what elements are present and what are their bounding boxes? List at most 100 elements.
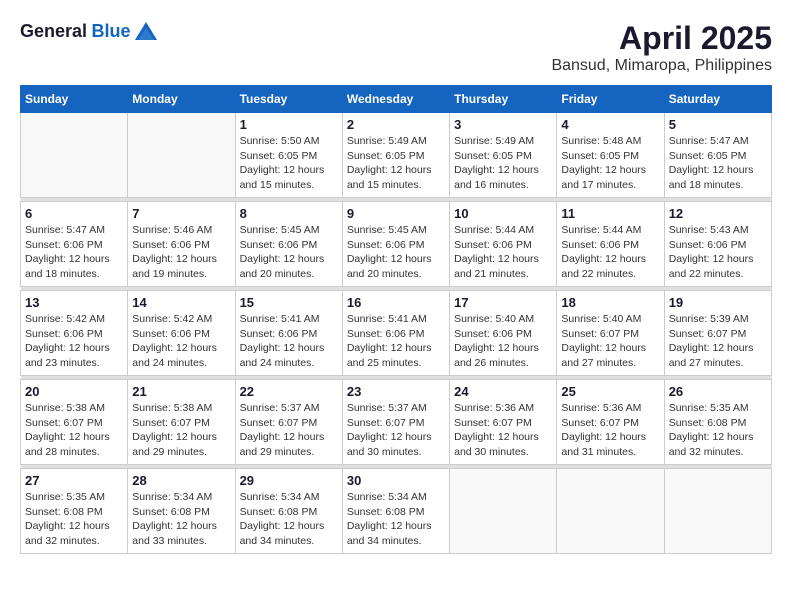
- day-info: Sunrise: 5:34 AM Sunset: 6:08 PM Dayligh…: [240, 490, 338, 549]
- calendar-week-row-2: 6Sunrise: 5:47 AM Sunset: 6:06 PM Daylig…: [21, 202, 772, 287]
- calendar-cell: 4 Sunrise: 5:48 AM Sunset: 6:05 PM Daylig…: [557, 113, 664, 198]
- calendar-cell: 7 Sunrise: 5:46 AM Sunset: 6:06 PM Daylig…: [128, 202, 235, 287]
- day-info: Sunrise: 5:34 AM Sunset: 6:08 PM Dayligh…: [132, 490, 230, 549]
- day-info: Sunrise: 5:38 AM Sunset: 6:07 PM Dayligh…: [25, 401, 123, 460]
- location-title: Bansud, Mimaropa, Philippines: [551, 57, 772, 75]
- day-number: 14: [132, 295, 230, 310]
- calendar-cell: 27 Sunrise: 5:35 AM Sunset: 6:08 PM Dayli…: [21, 469, 128, 554]
- calendar-cell: 24 Sunrise: 5:36 AM Sunset: 6:07 PM Dayli…: [450, 380, 557, 465]
- calendar-cell: 21 Sunrise: 5:38 AM Sunset: 6:07 PM Dayli…: [128, 380, 235, 465]
- day-info: Sunrise: 5:44 AM Sunset: 6:06 PM Dayligh…: [561, 223, 659, 282]
- calendar-cell: [450, 469, 557, 554]
- day-number: 7: [132, 206, 230, 221]
- day-info: Sunrise: 5:43 AM Sunset: 6:06 PM Dayligh…: [669, 223, 767, 282]
- day-number: 10: [454, 206, 552, 221]
- day-number: 2: [347, 117, 445, 132]
- day-number: 8: [240, 206, 338, 221]
- day-number: 20: [25, 384, 123, 399]
- day-info: Sunrise: 5:41 AM Sunset: 6:06 PM Dayligh…: [240, 312, 338, 371]
- calendar-cell: 17 Sunrise: 5:40 AM Sunset: 6:06 PM Dayli…: [450, 291, 557, 376]
- calendar-cell: [557, 469, 664, 554]
- day-number: 16: [347, 295, 445, 310]
- day-number: 5: [669, 117, 767, 132]
- calendar-cell: 19Sunrise: 5:39 AM Sunset: 6:07 PM Dayli…: [664, 291, 771, 376]
- day-info: Sunrise: 5:46 AM Sunset: 6:06 PM Dayligh…: [132, 223, 230, 282]
- logo-blue-text: Blue: [92, 21, 131, 41]
- calendar-cell: 3Sunrise: 5:49 AM Sunset: 6:05 PM Daylig…: [450, 113, 557, 198]
- day-number: 21: [132, 384, 230, 399]
- calendar-cell: 22 Sunrise: 5:37 AM Sunset: 6:07 PM Dayli…: [235, 380, 342, 465]
- logo-icon-svg: [135, 20, 157, 42]
- day-number: 25: [561, 384, 659, 399]
- day-number: 24: [454, 384, 552, 399]
- calendar-cell: [21, 113, 128, 198]
- calendar-cell: 8 Sunrise: 5:45 AM Sunset: 6:06 PM Daylig…: [235, 202, 342, 287]
- calendar-cell: 28 Sunrise: 5:34 AM Sunset: 6:08 PM Dayli…: [128, 469, 235, 554]
- calendar-cell: 26 Sunrise: 5:35 AM Sunset: 6:08 PM Dayli…: [664, 380, 771, 465]
- day-info: Sunrise: 5:45 AM Sunset: 6:06 PM Dayligh…: [240, 223, 338, 282]
- day-number: 28: [132, 473, 230, 488]
- day-number: 1: [240, 117, 338, 132]
- calendar-cell: 18 Sunrise: 5:40 AM Sunset: 6:07 PM Dayli…: [557, 291, 664, 376]
- day-number: 22: [240, 384, 338, 399]
- calendar-cell: [664, 469, 771, 554]
- calendar-week-row-5: 27 Sunrise: 5:35 AM Sunset: 6:08 PM Dayli…: [21, 469, 772, 554]
- calendar-cell: 13Sunrise: 5:42 AM Sunset: 6:06 PM Dayli…: [21, 291, 128, 376]
- calendar-cell: 1 Sunrise: 5:50 AM Sunset: 6:05 PM Daylig…: [235, 113, 342, 198]
- day-number: 18: [561, 295, 659, 310]
- day-number: 17: [454, 295, 552, 310]
- calendar-cell: 5 Sunrise: 5:47 AM Sunset: 6:05 PM Daylig…: [664, 113, 771, 198]
- day-info: Sunrise: 5:38 AM Sunset: 6:07 PM Dayligh…: [132, 401, 230, 460]
- calendar-cell: 16 Sunrise: 5:41 AM Sunset: 6:06 PM Dayli…: [342, 291, 449, 376]
- calendar-header-row: SundayMondayTuesdayWednesdayThursdayFrid…: [21, 86, 772, 113]
- day-info: Sunrise: 5:36 AM Sunset: 6:07 PM Dayligh…: [454, 401, 552, 460]
- day-info: Sunrise: 5:37 AM Sunset: 6:07 PM Dayligh…: [347, 401, 445, 460]
- day-number: 9: [347, 206, 445, 221]
- calendar-cell: 2Sunrise: 5:49 AM Sunset: 6:05 PM Daylig…: [342, 113, 449, 198]
- day-info: Sunrise: 5:34 AM Sunset: 6:08 PM Dayligh…: [347, 490, 445, 549]
- calendar-week-row-1: 1 Sunrise: 5:50 AM Sunset: 6:05 PM Daylig…: [21, 113, 772, 198]
- month-title: April 2025: [551, 20, 772, 57]
- calendar-cell: 29Sunrise: 5:34 AM Sunset: 6:08 PM Dayli…: [235, 469, 342, 554]
- calendar-cell: 23 Sunrise: 5:37 AM Sunset: 6:07 PM Dayli…: [342, 380, 449, 465]
- day-info: Sunrise: 5:47 AM Sunset: 6:05 PM Dayligh…: [669, 134, 767, 193]
- day-info: Sunrise: 5:40 AM Sunset: 6:06 PM Dayligh…: [454, 312, 552, 371]
- calendar-table: SundayMondayTuesdayWednesdayThursdayFrid…: [20, 85, 772, 554]
- calendar-week-row-4: 20 Sunrise: 5:38 AM Sunset: 6:07 PM Dayli…: [21, 380, 772, 465]
- calendar-cell: [128, 113, 235, 198]
- calendar-cell: 20 Sunrise: 5:38 AM Sunset: 6:07 PM Dayli…: [21, 380, 128, 465]
- day-number: 30: [347, 473, 445, 488]
- weekday-header-sunday: Sunday: [21, 86, 128, 113]
- day-info: Sunrise: 5:41 AM Sunset: 6:06 PM Dayligh…: [347, 312, 445, 371]
- calendar-cell: 12Sunrise: 5:43 AM Sunset: 6:06 PM Dayli…: [664, 202, 771, 287]
- calendar-cell: 15Sunrise: 5:41 AM Sunset: 6:06 PM Dayli…: [235, 291, 342, 376]
- day-info: Sunrise: 5:35 AM Sunset: 6:08 PM Dayligh…: [25, 490, 123, 549]
- day-info: Sunrise: 5:48 AM Sunset: 6:05 PM Dayligh…: [561, 134, 659, 193]
- day-number: 26: [669, 384, 767, 399]
- day-info: Sunrise: 5:35 AM Sunset: 6:08 PM Dayligh…: [669, 401, 767, 460]
- day-info: Sunrise: 5:42 AM Sunset: 6:06 PM Dayligh…: [132, 312, 230, 371]
- calendar-cell: 14 Sunrise: 5:42 AM Sunset: 6:06 PM Dayli…: [128, 291, 235, 376]
- weekday-header-wednesday: Wednesday: [342, 86, 449, 113]
- day-number: 4: [561, 117, 659, 132]
- day-info: Sunrise: 5:36 AM Sunset: 6:07 PM Dayligh…: [561, 401, 659, 460]
- calendar-cell: 10Sunrise: 5:44 AM Sunset: 6:06 PM Dayli…: [450, 202, 557, 287]
- logo: General Blue: [20, 20, 157, 42]
- weekday-header-saturday: Saturday: [664, 86, 771, 113]
- day-info: Sunrise: 5:50 AM Sunset: 6:05 PM Dayligh…: [240, 134, 338, 193]
- day-number: 19: [669, 295, 767, 310]
- weekday-header-monday: Monday: [128, 86, 235, 113]
- calendar-cell: 9Sunrise: 5:45 AM Sunset: 6:06 PM Daylig…: [342, 202, 449, 287]
- day-info: Sunrise: 5:47 AM Sunset: 6:06 PM Dayligh…: [25, 223, 123, 282]
- logo-general-text: General: [20, 21, 87, 41]
- day-info: Sunrise: 5:49 AM Sunset: 6:05 PM Dayligh…: [454, 134, 552, 193]
- day-info: Sunrise: 5:40 AM Sunset: 6:07 PM Dayligh…: [561, 312, 659, 371]
- day-number: 23: [347, 384, 445, 399]
- calendar-cell: 30 Sunrise: 5:34 AM Sunset: 6:08 PM Dayli…: [342, 469, 449, 554]
- weekday-header-friday: Friday: [557, 86, 664, 113]
- calendar-cell: 25 Sunrise: 5:36 AM Sunset: 6:07 PM Dayli…: [557, 380, 664, 465]
- title-section: April 2025 Bansud, Mimaropa, Philippines: [551, 20, 772, 75]
- day-number: 27: [25, 473, 123, 488]
- day-info: Sunrise: 5:37 AM Sunset: 6:07 PM Dayligh…: [240, 401, 338, 460]
- day-number: 11: [561, 206, 659, 221]
